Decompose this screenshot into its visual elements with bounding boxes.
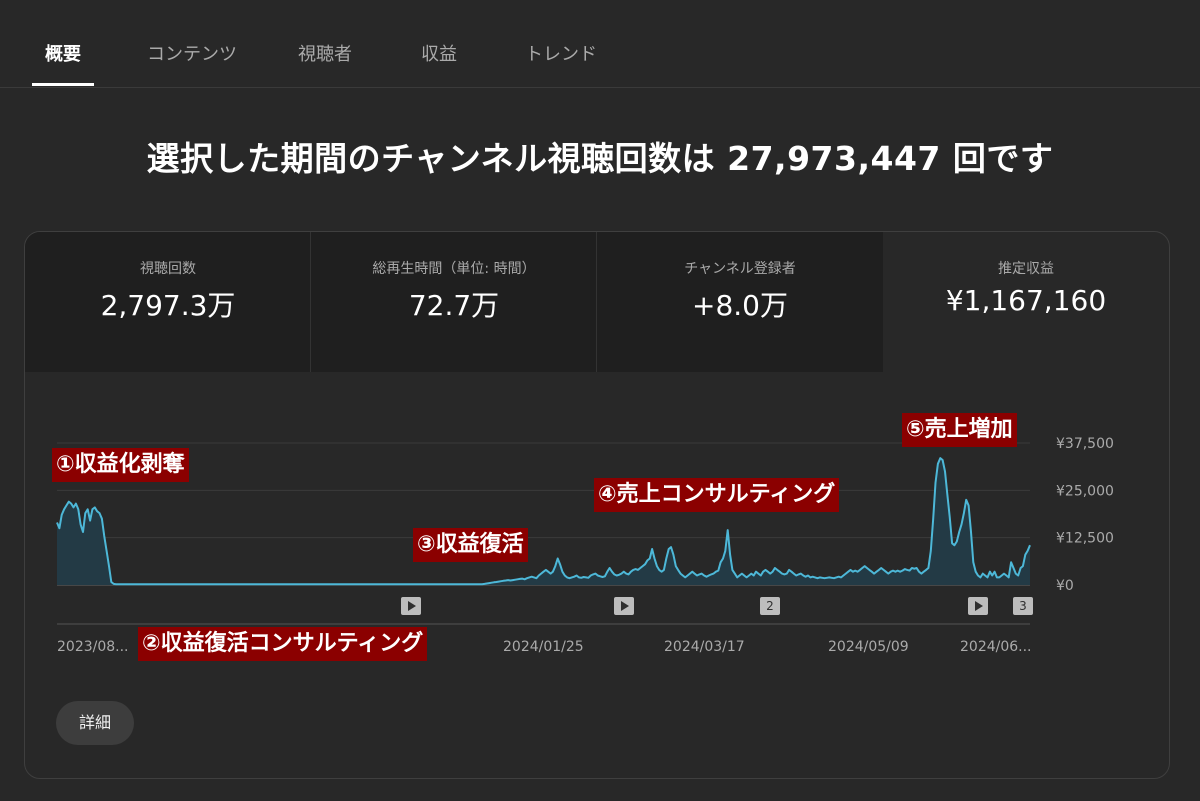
video-marker-count[interactable]: 3 (1013, 597, 1033, 615)
metric-value: 72.7万 (408, 289, 500, 322)
video-marker-play[interactable] (614, 597, 634, 615)
annotation-2: ②収益復活コンサルティング (138, 627, 428, 661)
annotation-1: ①収益化剥奪 (52, 448, 189, 482)
details-button[interactable]: 詳細 (56, 701, 134, 745)
tab-content[interactable]: コンテンツ (147, 40, 237, 66)
metric-subscribers[interactable]: チャンネル登録者 +8.0万 (597, 232, 883, 372)
tab-revenue[interactable]: 収益 (421, 40, 457, 66)
metric-label: 総再生時間（単位: 時間） (372, 261, 536, 277)
play-icon (408, 601, 416, 611)
metric-divider (310, 232, 311, 372)
metric-label: チャンネル登録者 (684, 261, 796, 277)
play-icon (975, 601, 983, 611)
metric-value: 2,797.3万 (100, 289, 236, 322)
tab-bar: 概要 コンテンツ 視聴者 収益 トレンド (0, 0, 1200, 88)
page-headline: 選択した期間のチャンネル視聴回数は 27,973,447 回です (146, 139, 1054, 178)
tab-trends[interactable]: トレンド (525, 40, 597, 66)
metric-value: ¥1,167,160 (945, 284, 1107, 317)
metrics-row: 視聴回数 2,797.3万 総再生時間（単位: 時間） 72.7万 チャンネル登… (25, 232, 1169, 372)
metric-views[interactable]: 視聴回数 2,797.3万 (25, 232, 311, 372)
play-icon (621, 601, 629, 611)
metric-label: 推定収益 (998, 261, 1054, 277)
metric-estimated-revenue[interactable]: 推定収益 ¥1,167,160 (883, 232, 1169, 372)
video-marker-play[interactable] (401, 597, 421, 615)
tab-overview[interactable]: 概要 (45, 40, 81, 66)
annotation-3: ③収益復活 (413, 528, 528, 562)
metric-divider (596, 232, 597, 372)
tab-audience[interactable]: 視聴者 (298, 40, 352, 66)
video-marker-play[interactable] (968, 597, 988, 615)
metric-watch-time[interactable]: 総再生時間（単位: 時間） 72.7万 (311, 232, 597, 372)
annotation-5: ⑤売上増加 (902, 413, 1017, 447)
metric-value: +8.0万 (692, 289, 788, 322)
annotation-4: ④売上コンサルティング (594, 478, 840, 512)
active-tab-indicator (32, 83, 94, 86)
video-marker-count[interactable]: 2 (760, 597, 780, 615)
metric-label: 視聴回数 (140, 261, 196, 277)
